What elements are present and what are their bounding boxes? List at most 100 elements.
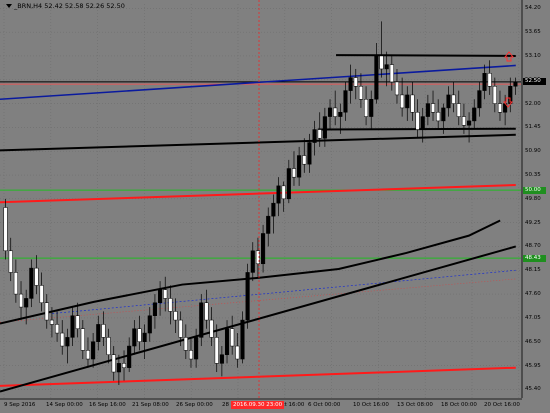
bearish-candle xyxy=(183,337,188,351)
time-tick-label: 20 Oct 16:00 xyxy=(484,402,520,408)
bearish-candle xyxy=(400,94,405,109)
time-tick-label: 10 Oct 16:00 xyxy=(353,402,389,408)
chart-header: _BRN,H4 52.42 52.58 52.26 52.50 xyxy=(6,2,125,10)
bearish-candle xyxy=(379,55,384,70)
bullish-candle xyxy=(467,120,472,126)
price-level-tag: 48.43 xyxy=(523,254,546,262)
bullish-candle xyxy=(127,345,132,368)
time-tick-label: 9 Sep 2016 xyxy=(4,402,36,408)
bearish-candle xyxy=(168,298,173,312)
time-tick-label: 26 Sep 00:00 xyxy=(176,402,213,408)
price-level-tag: 52.50 xyxy=(523,78,546,86)
bearish-candle xyxy=(291,168,297,178)
price-tick-label: 54.20 xyxy=(525,5,541,12)
bearish-candle xyxy=(302,155,307,165)
price-tick-label: 53.10 xyxy=(525,52,541,59)
bearish-candle xyxy=(60,332,65,347)
bearish-candle xyxy=(389,64,394,83)
price-tick-label: 46.50 xyxy=(525,338,541,345)
bullish-candle xyxy=(91,341,96,360)
bullish-candle xyxy=(307,142,312,165)
price-tick-label: 48.15 xyxy=(525,267,541,274)
bullish-candle xyxy=(65,337,70,347)
bullish-candle xyxy=(425,103,430,117)
bullish-candle xyxy=(266,215,271,234)
bearish-candle xyxy=(178,319,183,338)
bullish-candle xyxy=(369,99,374,117)
time-tick-label: 13 Oct 08:00 xyxy=(397,402,433,408)
symbol-quote-line: _BRN,H4 52.42 52.58 52.26 52.50 xyxy=(14,2,125,10)
price-tick-label: 50.90 xyxy=(525,148,541,155)
bearish-candle xyxy=(173,311,178,321)
bullish-candle xyxy=(24,298,29,308)
bearish-candle xyxy=(430,103,436,113)
bullish-candle xyxy=(70,315,75,338)
time-tick-label: 16 Sep 16:00 xyxy=(89,402,126,408)
bullish-candle xyxy=(405,94,410,109)
bullish-candle xyxy=(245,272,250,321)
bearish-candle xyxy=(451,94,456,104)
bullish-candle xyxy=(219,354,224,364)
bearish-candle xyxy=(18,293,24,308)
bullish-candle xyxy=(312,129,317,143)
bullish-candle xyxy=(420,116,425,130)
time-tick-label: 21 Sep 08:00 xyxy=(132,402,169,408)
price-tick-label: 45.40 xyxy=(525,386,541,393)
bearish-candle xyxy=(317,129,322,139)
bullish-candle xyxy=(446,94,451,109)
bearish-candle xyxy=(13,272,18,295)
price-chart[interactable] xyxy=(0,0,550,413)
bullish-candle xyxy=(441,107,446,122)
crosshair-time-tag: 2016.09.30 23:00 xyxy=(231,401,285,409)
bullish-candle xyxy=(116,363,121,373)
bullish-candle xyxy=(327,107,333,117)
bullish-candle xyxy=(250,250,255,273)
bearish-candle xyxy=(39,285,44,303)
bullish-candle xyxy=(297,155,302,178)
bearish-candle xyxy=(80,328,85,351)
time-tick-label: 14 Sep 00:00 xyxy=(46,402,83,408)
bearish-candle xyxy=(137,328,142,342)
price-tick-label: 47.60 xyxy=(525,291,541,298)
bullish-candle xyxy=(142,332,147,342)
bearish-candle xyxy=(461,116,466,126)
bullish-candle xyxy=(158,289,163,303)
bearish-candle xyxy=(415,111,420,130)
bullish-candle xyxy=(482,73,487,91)
bearish-candle xyxy=(487,73,492,87)
bearish-candle xyxy=(353,77,358,87)
bullish-candle xyxy=(271,202,276,217)
bearish-candle xyxy=(436,111,441,122)
bearish-candle xyxy=(106,337,111,355)
price-tick-label: 50.35 xyxy=(525,172,541,179)
bullish-candle xyxy=(276,185,281,204)
bullish-candle xyxy=(477,90,482,109)
bullish-candle xyxy=(286,168,291,200)
bearish-candle xyxy=(333,107,338,117)
bearish-candle xyxy=(394,81,400,96)
bullish-candle xyxy=(29,267,34,299)
price-level-tag: 50.00 xyxy=(523,186,546,194)
price-tick-label: 53.65 xyxy=(525,29,541,36)
time-tick-label: 28 xyxy=(222,402,229,408)
bearish-candle xyxy=(49,319,54,325)
bullish-candle xyxy=(322,116,327,139)
bearish-candle xyxy=(497,103,503,113)
bearish-candle xyxy=(230,328,235,347)
price-tick-label: 49.25 xyxy=(525,219,541,226)
bullish-candle xyxy=(513,81,518,87)
time-tick-label: 6 Oct 00:00 xyxy=(308,402,341,408)
bearish-candle xyxy=(235,345,240,360)
symbol-dropdown-icon[interactable] xyxy=(6,4,12,8)
bullish-candle xyxy=(338,111,343,117)
bearish-candle xyxy=(55,324,60,334)
bearish-candle xyxy=(204,302,209,321)
bearish-candle xyxy=(364,99,369,117)
bearish-candle xyxy=(281,185,286,200)
bullish-candle xyxy=(240,319,245,360)
bullish-candle xyxy=(374,55,379,100)
bullish-candle xyxy=(194,337,199,360)
bearish-candle xyxy=(163,289,168,299)
bearish-candle xyxy=(8,250,13,273)
time-tick-label: 18 Oct 00:00 xyxy=(441,402,477,408)
